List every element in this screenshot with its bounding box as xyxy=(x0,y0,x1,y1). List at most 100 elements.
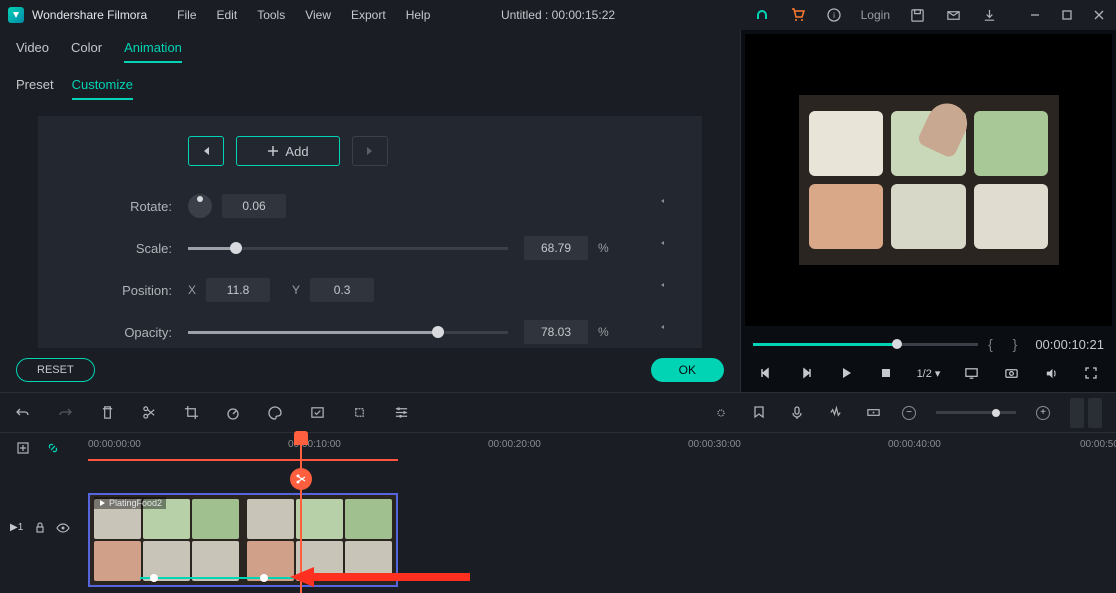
zoom-out-button[interactable]: − xyxy=(902,406,916,420)
info-icon[interactable]: i xyxy=(825,6,843,24)
step-back-button[interactable] xyxy=(757,364,775,382)
zoom-in-button[interactable]: + xyxy=(1036,406,1050,420)
position-reset-icon[interactable] xyxy=(656,282,672,298)
speed-icon[interactable] xyxy=(224,404,242,422)
menu-file[interactable]: File xyxy=(177,8,196,22)
menu-view[interactable]: View xyxy=(305,8,331,22)
download-icon[interactable] xyxy=(980,6,998,24)
step-forward-button[interactable] xyxy=(797,364,815,382)
track-manage-icon[interactable] xyxy=(14,439,32,457)
preview-viewport[interactable] xyxy=(745,34,1112,326)
close-icon[interactable] xyxy=(1090,6,1108,24)
next-keyframe-button[interactable] xyxy=(352,136,388,166)
app-logo-icon xyxy=(8,7,24,23)
rotate-knob[interactable] xyxy=(188,194,212,218)
opacity-label: Opacity: xyxy=(68,325,188,340)
video-track-icon[interactable]: ▶1 xyxy=(10,519,23,537)
timeline-main[interactable]: 00:00:00:00 00:00:10:00 00:00:20:00 00:0… xyxy=(80,433,1116,592)
scale-slider[interactable] xyxy=(188,238,508,258)
snapshot-icon[interactable] xyxy=(1002,364,1020,382)
menu-edit[interactable]: Edit xyxy=(217,8,238,22)
main-menu: File Edit Tools View Export Help xyxy=(177,8,430,22)
settings-icon[interactable] xyxy=(392,404,410,422)
tab-video[interactable]: Video xyxy=(16,40,49,63)
playhead-scissors-icon[interactable] xyxy=(290,468,312,490)
play-button[interactable] xyxy=(837,364,855,382)
preview-scrubber[interactable] xyxy=(753,343,978,346)
properties-panel: Video Color Animation Preset Customize A… xyxy=(0,30,740,392)
maximize-icon[interactable] xyxy=(1058,6,1076,24)
login-button[interactable]: Login xyxy=(861,8,890,22)
toolbar-right: − + xyxy=(712,398,1102,428)
fullscreen-icon[interactable] xyxy=(1082,364,1100,382)
ok-button[interactable]: OK xyxy=(651,358,724,382)
prev-keyframe-button[interactable] xyxy=(188,136,224,166)
timeline: ▶1 00:00:00:00 00:00:10:00 00:00:20:00 0… xyxy=(0,432,1116,592)
scale-reset-icon[interactable] xyxy=(656,240,672,256)
clip-name: PlatingFood2 xyxy=(109,498,162,508)
playhead-handle[interactable] xyxy=(294,431,308,445)
display-settings-icon[interactable] xyxy=(962,364,980,382)
color-icon[interactable] xyxy=(266,404,284,422)
range-brackets: { } xyxy=(988,336,1025,352)
mail-icon[interactable] xyxy=(944,6,962,24)
tab-animation[interactable]: Animation xyxy=(124,40,182,63)
opacity-row: Opacity: % xyxy=(68,320,672,344)
volume-icon[interactable] xyxy=(1042,364,1060,382)
lock-icon[interactable] xyxy=(33,519,46,537)
keyframe-dot-1[interactable] xyxy=(150,574,158,582)
timeline-toolbar: − + xyxy=(0,392,1116,432)
scale-row: Scale: % xyxy=(68,236,672,260)
opacity-input[interactable] xyxy=(524,320,588,344)
menu-export[interactable]: Export xyxy=(351,8,386,22)
rotate-row: Rotate: xyxy=(68,194,672,218)
position-x-input[interactable] xyxy=(206,278,270,302)
position-y-input[interactable] xyxy=(310,278,374,302)
scale-label: Scale: xyxy=(68,241,188,256)
add-keyframe-label: Add xyxy=(285,144,308,159)
visibility-icon[interactable] xyxy=(56,519,70,537)
cart-icon[interactable] xyxy=(789,6,807,24)
scale-input[interactable] xyxy=(524,236,588,260)
subtab-customize[interactable]: Customize xyxy=(72,77,133,100)
timeline-left-top xyxy=(0,433,80,463)
expand-icon[interactable] xyxy=(350,404,368,422)
keyframe-track-icon[interactable] xyxy=(864,404,882,422)
audio-mixer-icon[interactable] xyxy=(826,404,844,422)
opacity-slider[interactable] xyxy=(188,322,508,342)
ruler-0: 00:00:00:00 xyxy=(88,439,141,450)
green-screen-icon[interactable] xyxy=(308,404,326,422)
opacity-reset-icon[interactable] xyxy=(656,324,672,340)
position-xy: X Y xyxy=(188,278,374,302)
stop-button[interactable] xyxy=(877,364,895,382)
reset-button[interactable]: RESET xyxy=(16,358,95,382)
keyframe-dot-2[interactable] xyxy=(260,574,268,582)
menu-help[interactable]: Help xyxy=(406,8,431,22)
track-controls: ▶1 xyxy=(0,463,80,592)
undo-icon[interactable] xyxy=(14,404,32,422)
save-icon[interactable] xyxy=(908,6,926,24)
rotate-reset-icon[interactable] xyxy=(656,198,672,214)
redo-icon[interactable] xyxy=(56,404,74,422)
title-bar: Wondershare Filmora File Edit Tools View… xyxy=(0,0,1116,30)
headphones-icon[interactable] xyxy=(753,6,771,24)
add-keyframe-button[interactable]: Add xyxy=(236,136,340,166)
link-icon[interactable] xyxy=(44,439,62,457)
split-icon[interactable] xyxy=(140,404,158,422)
marker-b[interactable] xyxy=(1088,398,1102,428)
marker-a[interactable] xyxy=(1070,398,1084,428)
subtab-preset[interactable]: Preset xyxy=(16,77,54,100)
ruler-selection xyxy=(88,459,398,461)
render-icon[interactable] xyxy=(712,404,730,422)
crop-icon[interactable] xyxy=(182,404,200,422)
delete-icon[interactable] xyxy=(98,404,116,422)
tab-color[interactable]: Color xyxy=(71,40,102,63)
minimize-icon[interactable] xyxy=(1026,6,1044,24)
window-controls xyxy=(1026,6,1108,24)
speed-selector[interactable]: 1/2 ▾ xyxy=(917,367,941,380)
marker-icon[interactable] xyxy=(750,404,768,422)
zoom-slider[interactable] xyxy=(936,411,1016,414)
voiceover-icon[interactable] xyxy=(788,404,806,422)
menu-tools[interactable]: Tools xyxy=(257,8,285,22)
rotate-input[interactable] xyxy=(222,194,286,218)
